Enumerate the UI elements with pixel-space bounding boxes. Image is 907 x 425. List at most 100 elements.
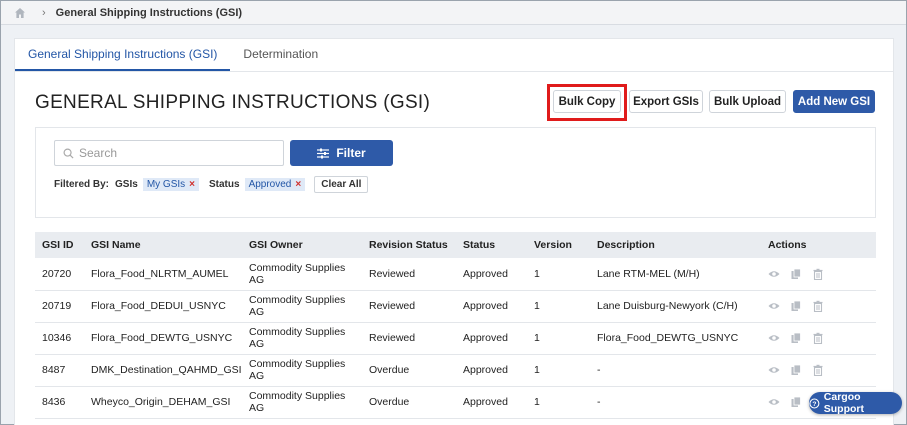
- cell-status: Approved: [456, 354, 527, 387]
- table-row[interactable]: 10346 Flora_Food_DEWTG_USNYC Commodity Sup…: [35, 322, 876, 355]
- copy-icon[interactable]: [790, 364, 802, 376]
- cell-gsi-id: 10346: [35, 322, 84, 355]
- cell-gsi-name[interactable]: Flora_Food_DEDUI_USNYC: [84, 290, 242, 323]
- cell-gsi-id: 8436: [35, 386, 84, 419]
- cell-revision-status: Overdue: [362, 386, 456, 419]
- cell-version: 1: [527, 290, 590, 323]
- cell-gsi-name[interactable]: Wheyco_Origin_DEHAM_GSI: [84, 386, 242, 419]
- cell-status: Approved: [456, 258, 527, 291]
- cell-gsi-owner: Commodity Supplies AG: [242, 258, 362, 291]
- filter-button[interactable]: Filter: [290, 140, 393, 166]
- table-header-row: GSI ID GSI Name GSI Owner Revision Statu…: [35, 232, 876, 258]
- cell-revision-status: Reviewed: [362, 290, 456, 323]
- breadcrumb-separator: ›: [42, 6, 46, 19]
- filter-button-label: Filter: [336, 146, 366, 160]
- gsi-table: GSI ID GSI Name GSI Owner Revision Statu…: [35, 232, 876, 419]
- cell-gsi-name[interactable]: Flora_Food_NLRTM_AUMEL: [84, 258, 242, 291]
- col-gsi-name[interactable]: GSI Name: [84, 232, 242, 258]
- add-new-gsi-button[interactable]: Add New GSI: [793, 90, 875, 113]
- breadcrumb-current: General Shipping Instructions (GSI): [55, 6, 243, 19]
- cell-status: Approved: [456, 322, 527, 355]
- table-row[interactable]: 8487 DMK_Destination_QAHMD_GSI Commodity S…: [35, 354, 876, 387]
- cell-description: -: [590, 354, 761, 387]
- col-actions: Actions: [761, 232, 876, 258]
- cell-actions: [761, 354, 876, 387]
- help-circle-icon: ?: [809, 397, 820, 409]
- cell-actions: [761, 290, 876, 323]
- eye-icon[interactable]: [768, 364, 780, 376]
- table-row[interactable]: 20720 Flora_Food_NLRTM_AUMEL Commodity Sup…: [35, 258, 876, 291]
- search-field[interactable]: [54, 140, 284, 166]
- cell-version: 1: [527, 258, 590, 291]
- filter-panel: Filter Filtered By: GSIs My GSIs × Statu…: [35, 127, 876, 218]
- trash-icon[interactable]: [812, 332, 824, 344]
- cell-gsi-name[interactable]: DMK_Destination_QAHMD_GSI: [84, 354, 242, 387]
- col-gsi-owner[interactable]: GSI Owner: [242, 232, 362, 258]
- cell-version: 1: [527, 386, 590, 419]
- col-revision-status[interactable]: Revision Status: [362, 232, 456, 258]
- gsis-filter-chip: My GSIs ×: [142, 178, 199, 191]
- cell-description: -: [590, 386, 761, 419]
- breadcrumb: › General Shipping Instructions (GSI): [1, 1, 906, 25]
- cell-revision-status: Overdue: [362, 354, 456, 387]
- search-icon: [63, 148, 74, 159]
- col-description[interactable]: Description: [590, 232, 761, 258]
- table-row[interactable]: 8436 Wheyco_Origin_DEHAM_GSI Commodity Sup…: [35, 386, 876, 419]
- cell-description: Lane RTM-MEL (M/H): [590, 258, 761, 291]
- cell-gsi-id: 20719: [35, 290, 84, 323]
- copy-icon[interactable]: [790, 332, 802, 344]
- col-status[interactable]: Status: [456, 232, 527, 258]
- trash-icon[interactable]: [812, 300, 824, 312]
- status-filter-label: Status: [209, 179, 240, 190]
- search-input[interactable]: [79, 146, 269, 160]
- highlight-box: [547, 84, 627, 121]
- eye-icon[interactable]: [768, 332, 780, 344]
- cell-revision-status: Reviewed: [362, 258, 456, 291]
- cell-gsi-owner: Commodity Supplies AG: [242, 354, 362, 387]
- support-button[interactable]: ? Cargoo Support: [809, 391, 902, 415]
- active-filters: Filtered By: GSIs My GSIs × Status Appro…: [54, 176, 369, 193]
- cell-description: Flora_Food_DEWTG_USNYC: [590, 322, 761, 355]
- cell-version: 1: [527, 354, 590, 387]
- cell-status: Approved: [456, 290, 527, 323]
- filtered-by-label: Filtered By:: [54, 179, 110, 190]
- status-chip-text: Approved: [248, 179, 292, 190]
- svg-text:?: ?: [812, 400, 816, 407]
- eye-icon[interactable]: [768, 396, 780, 408]
- trash-icon[interactable]: [812, 268, 824, 280]
- gsis-chip-text: My GSIs: [146, 179, 186, 190]
- cell-revision-status: Reviewed: [362, 322, 456, 355]
- eye-icon[interactable]: [768, 268, 780, 280]
- clear-all-button[interactable]: Clear All: [314, 176, 369, 193]
- tab-bar: General Shipping Instructions (GSI) Dete…: [15, 39, 893, 72]
- copy-icon[interactable]: [790, 300, 802, 312]
- cell-actions: [761, 322, 876, 355]
- page-title: GENERAL SHIPPING INSTRUCTIONS (GSI): [35, 92, 431, 113]
- copy-icon[interactable]: [790, 396, 802, 408]
- cell-gsi-id: 8487: [35, 354, 84, 387]
- cell-version: 1: [527, 322, 590, 355]
- cell-gsi-owner: Commodity Supplies AG: [242, 386, 362, 419]
- bulk-upload-button[interactable]: Bulk Upload: [709, 90, 786, 113]
- cell-actions: [761, 258, 876, 291]
- remove-chip-icon[interactable]: ×: [295, 179, 301, 190]
- filter-sliders-icon: [317, 148, 330, 158]
- status-filter-chip: Approved ×: [244, 178, 306, 191]
- main-card: General Shipping Instructions (GSI) Dete…: [14, 38, 894, 425]
- col-gsi-id[interactable]: GSI ID: [35, 232, 84, 258]
- home-icon[interactable]: [14, 7, 26, 19]
- gsis-filter-label: GSIs: [115, 179, 138, 190]
- tab-determination[interactable]: Determination: [230, 39, 331, 71]
- table-row[interactable]: 20719 Flora_Food_DEDUI_USNYC Commodity Sup…: [35, 290, 876, 323]
- tab-gsi[interactable]: General Shipping Instructions (GSI): [15, 39, 231, 71]
- export-gsis-button[interactable]: Export GSIs: [629, 90, 703, 113]
- cell-gsi-id: 20720: [35, 258, 84, 291]
- copy-icon[interactable]: [790, 268, 802, 280]
- cell-gsi-name[interactable]: Flora_Food_DEWTG_USNYC: [84, 322, 242, 355]
- eye-icon[interactable]: [768, 300, 780, 312]
- remove-chip-icon[interactable]: ×: [189, 179, 195, 190]
- trash-icon[interactable]: [812, 364, 824, 376]
- cell-gsi-owner: Commodity Supplies AG: [242, 322, 362, 355]
- col-version[interactable]: Version: [527, 232, 590, 258]
- cell-status: Approved: [456, 386, 527, 419]
